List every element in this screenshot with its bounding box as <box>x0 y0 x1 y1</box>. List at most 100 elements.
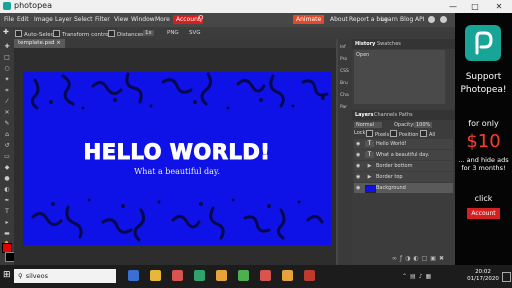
distances-checkbox[interactable]: Distances <box>108 30 144 38</box>
task-view-icon[interactable] <box>128 270 139 281</box>
visibility-eye-icon[interactable]: ◉ <box>356 183 362 193</box>
lock-pixels-checkbox[interactable]: Pixels <box>366 130 389 138</box>
minimize-button[interactable]: — <box>444 0 462 13</box>
volume-icon[interactable]: ♪ <box>419 273 426 280</box>
auto-select-checkbox[interactable]: Auto-Select <box>15 30 56 38</box>
network-icon[interactable]: ▤ <box>410 273 419 280</box>
dodge-tool-icon[interactable]: ◐ <box>3 186 11 194</box>
visibility-eye-icon[interactable]: ◉ <box>356 139 362 149</box>
tab-history[interactable]: History <box>355 41 375 47</box>
taskbar-clock[interactable]: 20:02 01/17/2020 <box>466 269 500 283</box>
menu-layer[interactable]: Layer <box>55 16 72 23</box>
move-tool-icon[interactable]: ✚ <box>3 43 11 51</box>
app-icon[interactable] <box>304 270 315 281</box>
app-icon[interactable] <box>194 270 205 281</box>
marquee-tool-icon[interactable]: □ <box>3 54 11 62</box>
app-icon[interactable] <box>282 270 293 281</box>
tab-layers[interactable]: Layers <box>355 112 374 118</box>
notification-icon[interactable] <box>502 272 511 282</box>
tab-paths[interactable]: Paths <box>399 112 413 118</box>
close-window-button[interactable]: ✕ <box>490 0 508 13</box>
new-layer-icon[interactable]: ▣ <box>430 255 439 262</box>
start-button-icon[interactable]: ⊞ <box>3 271 12 280</box>
brush-panel-button[interactable]: Bru <box>340 81 348 86</box>
search-icon[interactable]: ⚲ <box>198 14 204 23</box>
menu-filter[interactable]: Filter <box>95 16 110 23</box>
opacity-field[interactable]: 100% <box>414 122 433 128</box>
ad-account-button[interactable]: Account <box>467 208 500 219</box>
pen-tool-icon[interactable]: ✒ <box>3 197 11 205</box>
eyedropper-tool-icon[interactable]: ⁄ <box>3 98 11 106</box>
blend-mode-select[interactable]: Normal <box>354 122 383 128</box>
menu-edit[interactable]: Edit <box>17 16 29 23</box>
facebook-icon[interactable] <box>440 16 447 23</box>
eraser-tool-icon[interactable]: ▭ <box>3 153 11 161</box>
link-icon[interactable]: ∞ <box>392 255 400 262</box>
search-app-icon[interactable] <box>150 270 161 281</box>
heal-tool-icon[interactable]: ✕ <box>3 109 11 117</box>
menu-view[interactable]: View <box>114 16 128 23</box>
document-tab[interactable]: template.psd × <box>14 39 65 48</box>
menu-file[interactable]: File <box>4 16 14 23</box>
path-select-icon[interactable]: ▸ <box>3 219 11 227</box>
type-tool-icon[interactable]: T <box>3 208 11 216</box>
language-icon[interactable]: ▦ <box>426 273 435 280</box>
transform-controls-checkbox[interactable]: Transform controls <box>53 30 113 38</box>
stamp-tool-icon[interactable]: ⌂ <box>3 131 11 139</box>
layer-row[interactable]: ◉ T Hello World! <box>354 139 453 149</box>
chrome-icon[interactable] <box>238 270 249 281</box>
document-canvas[interactable]: HELLO WORLD! What a beautiful day. <box>23 72 331 245</box>
zoom-select[interactable]: 1x <box>143 30 154 36</box>
menu-about[interactable]: About <box>330 16 348 23</box>
visibility-eye-icon[interactable]: ◉ <box>356 150 362 160</box>
blur-tool-icon[interactable]: ● <box>3 175 11 183</box>
lasso-tool-icon[interactable]: ○ <box>3 65 11 73</box>
history-item[interactable]: Open <box>356 52 369 58</box>
wand-tool-icon[interactable]: ✦ <box>3 76 11 84</box>
shape-tool-icon[interactable]: ▬ <box>3 230 11 238</box>
menu-window[interactable]: Window <box>131 16 155 23</box>
menu-api[interactable]: API <box>415 16 425 23</box>
menu-image[interactable]: Image <box>34 16 53 23</box>
menu-select[interactable]: Select <box>74 16 93 23</box>
export-svg-button[interactable]: SVG <box>189 30 201 36</box>
crop-tool-icon[interactable]: ⌗ <box>3 87 11 95</box>
app-icon[interactable] <box>172 270 183 281</box>
adjustment-icon[interactable]: ◐ <box>413 255 421 262</box>
taskbar-search-field[interactable]: ⚲ silveos <box>14 269 116 283</box>
new-folder-icon[interactable]: □ <box>422 255 431 262</box>
tab-swatches[interactable]: Swatches <box>377 41 401 47</box>
ad-hide-ads: ... and hide ads <box>458 156 509 164</box>
layer-row[interactable]: ◉ Background <box>354 183 453 193</box>
layer-row[interactable]: ◉ ▶ Border top <box>354 172 453 182</box>
fill-tool-icon[interactable]: ◆ <box>3 164 11 172</box>
visibility-eye-icon[interactable]: ◉ <box>356 172 362 182</box>
layer-row[interactable]: ◉ ▶ Border bottom <box>354 161 453 171</box>
brush-tool-icon[interactable]: ✎ <box>3 120 11 128</box>
maximize-button[interactable]: □ <box>466 0 484 13</box>
file-explorer-icon[interactable] <box>216 270 227 281</box>
layer-name: Border top <box>376 174 403 180</box>
lock-position-checkbox[interactable]: Position <box>390 130 418 138</box>
menu-blog[interactable]: Blog <box>400 16 413 23</box>
lock-all-checkbox[interactable]: All <box>420 130 435 138</box>
close-tab-icon[interactable]: × <box>56 40 61 46</box>
character-panel-button[interactable]: Cha <box>340 93 349 98</box>
info-panel-button[interactable]: Inf <box>340 45 346 50</box>
visibility-eye-icon[interactable]: ◉ <box>356 161 362 171</box>
app-icon[interactable] <box>260 270 271 281</box>
export-png-button[interactable]: PNG <box>167 30 179 36</box>
reddit-icon[interactable] <box>428 16 435 23</box>
animate-button[interactable]: Animate <box>293 15 325 24</box>
history-brush-icon[interactable]: ↺ <box>3 142 11 150</box>
delete-layer-icon[interactable]: ✖ <box>439 255 447 262</box>
menu-learn[interactable]: Learn <box>381 16 398 23</box>
menu-more[interactable]: More <box>155 16 170 23</box>
tab-channels[interactable]: Channels <box>374 112 397 118</box>
properties-panel-button[interactable]: Pro <box>340 57 347 62</box>
css-panel-button[interactable]: CSS <box>340 69 349 74</box>
move-tool-icon[interactable]: ✚ <box>3 28 9 36</box>
layer-row[interactable]: ◉ T What a beautiful day. <box>354 150 453 160</box>
paragraph-panel-button[interactable]: Par <box>340 105 347 110</box>
tray-chevron-icon[interactable]: ⌃ <box>402 273 410 280</box>
